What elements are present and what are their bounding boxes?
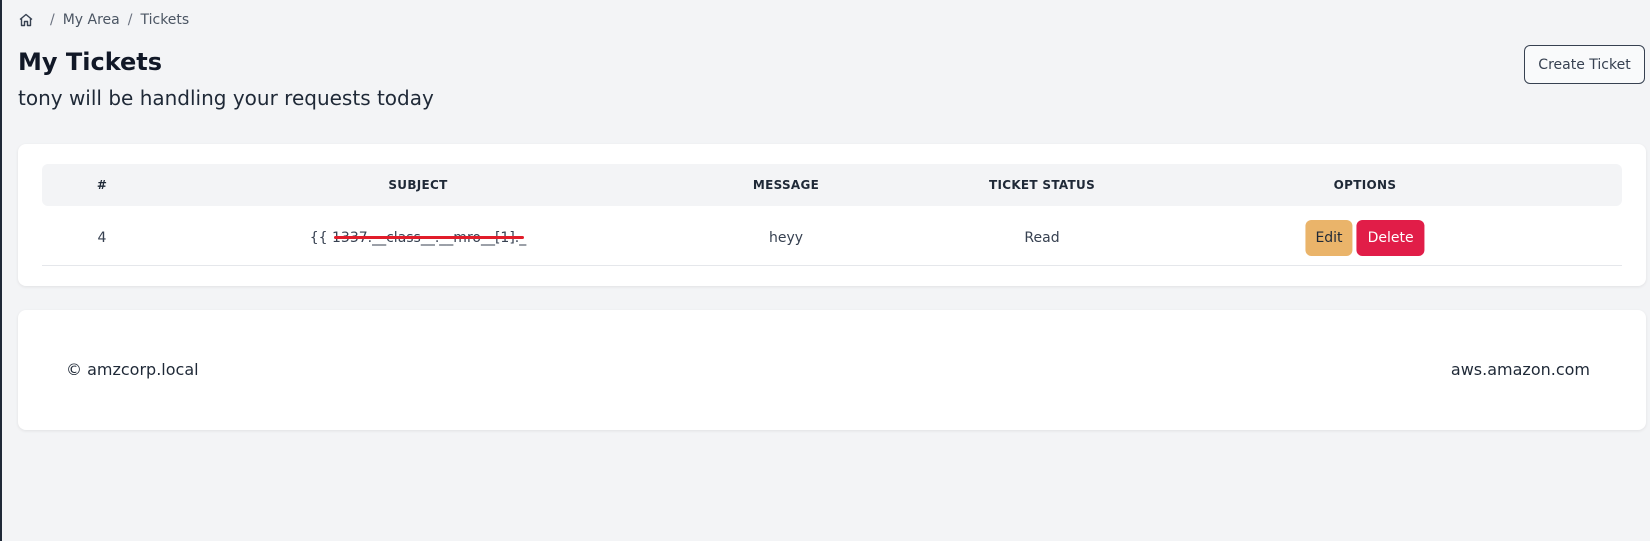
ticket-id: 4 (97, 229, 107, 246)
breadcrumb-my-area[interactable]: My Area (63, 12, 120, 28)
ticket-status: Read (1024, 229, 1060, 246)
tickets-table-card: # SUBJECT MESSAGE TICKET STATUS OPTIONS … (18, 144, 1646, 286)
footer-link[interactable]: aws.amazon.com (1451, 360, 1590, 379)
home-icon[interactable] (18, 12, 34, 28)
delete-button[interactable]: Delete (1356, 219, 1425, 256)
column-header-id: # (96, 178, 108, 192)
breadcrumb-tickets: Tickets (140, 12, 190, 28)
breadcrumb-separator: / (127, 12, 133, 28)
annotation-underline (334, 236, 524, 239)
edit-button[interactable]: Edit (1305, 219, 1353, 256)
table-header: # SUBJECT MESSAGE TICKET STATUS OPTIONS (42, 164, 1622, 206)
page-subtitle: tony will be handling your requests toda… (18, 86, 434, 110)
table-row: 4 {{ 1337.__class__.__mro__[1]._ heyy Re… (42, 210, 1622, 266)
column-header-message: MESSAGE (752, 178, 820, 192)
ticket-message: heyy (768, 229, 804, 246)
column-header-options: OPTIONS (1333, 178, 1397, 192)
ticket-options: Edit Delete (1305, 210, 1425, 265)
page-title: My Tickets (18, 48, 163, 76)
footer-card: © amzcorp.local aws.amazon.com (18, 310, 1646, 430)
create-ticket-button[interactable]: Create Ticket (1524, 45, 1645, 84)
column-header-ticket-status: TICKET STATUS (988, 178, 1096, 192)
column-header-subject: SUBJECT (388, 178, 448, 192)
breadcrumb-separator: / (50, 12, 55, 28)
footer-copyright: © amzcorp.local (66, 360, 199, 379)
window-left-edge (0, 0, 2, 541)
breadcrumb: / My Area / Tickets (18, 10, 189, 30)
